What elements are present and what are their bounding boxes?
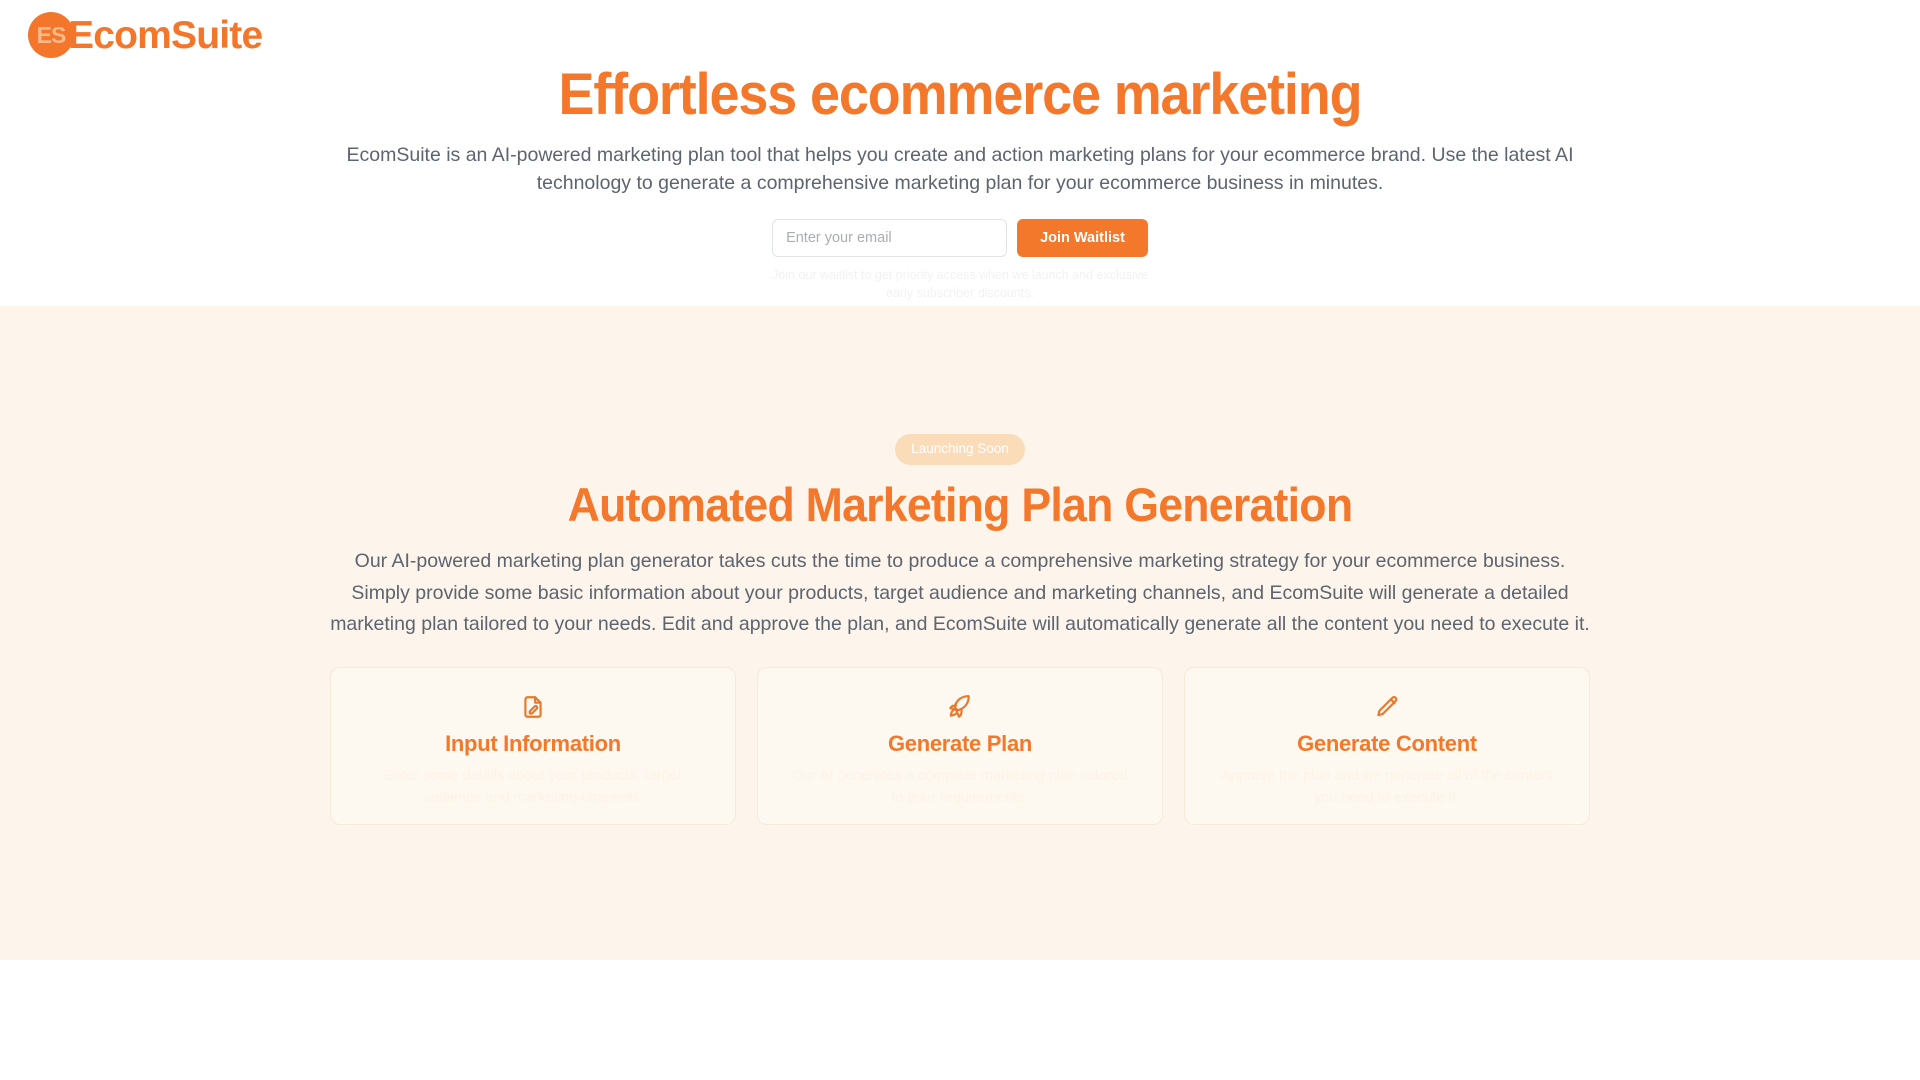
feature-card-desc: Enter some details about your products, … xyxy=(384,768,682,806)
launching-soon-badge: Launching Soon xyxy=(895,434,1025,465)
rocket-icon xyxy=(947,694,973,720)
features-body: Our AI-powered marketing plan generator … xyxy=(330,550,1590,636)
join-waitlist-button[interactable]: Join Waitlist xyxy=(1017,219,1148,258)
feature-card[interactable]: Input Information Enter some details abo… xyxy=(330,666,736,825)
landing-page: ES EcomSuite Effortless ecommerce market… xyxy=(0,0,1920,1080)
email-input[interactable] xyxy=(772,219,1008,258)
waitlist-form: Join Waitlist xyxy=(310,219,1610,258)
feature-card-title: Generate Plan xyxy=(887,730,1033,756)
features-title: Automated Marketing Plan Generation xyxy=(567,477,1353,531)
feature-card-desc: Approve the plan and we generate all of … xyxy=(1220,768,1554,806)
hero-section: ES EcomSuite Effortless ecommerce market… xyxy=(0,0,1920,306)
brand-name: EcomSuite xyxy=(68,13,263,57)
waitlist-note: Join our waitlist to get priority access… xyxy=(772,268,1148,301)
feature-card[interactable]: Generate Content Approve the plan and we… xyxy=(1184,666,1590,825)
hero-title: Effortless ecommerce marketing xyxy=(558,62,1363,127)
feature-card-title: Input Information xyxy=(445,730,621,756)
footer-whitespace xyxy=(0,960,1920,1080)
feature-card-list: Input Information Enter some details abo… xyxy=(315,666,1605,825)
feature-card[interactable]: Generate Plan Our AI generates a complet… xyxy=(757,666,1163,825)
features-section: Launching Soon Automated Marketing Plan … xyxy=(0,306,1920,960)
document-edit-icon xyxy=(520,694,546,720)
pencil-icon xyxy=(1374,694,1400,720)
features-content: Launching Soon Automated Marketing Plan … xyxy=(315,306,1605,825)
hero-subtitle: EcomSuite is an AI-powered marketing pla… xyxy=(346,143,1574,194)
feature-card-desc: Our AI generates a complete marketing pl… xyxy=(792,768,1128,806)
feature-card-title: Generate Content xyxy=(1297,730,1477,756)
brand-logo[interactable]: ES EcomSuite xyxy=(28,6,263,64)
hero-content: Effortless ecommerce marketing EcomSuite… xyxy=(310,0,1610,302)
